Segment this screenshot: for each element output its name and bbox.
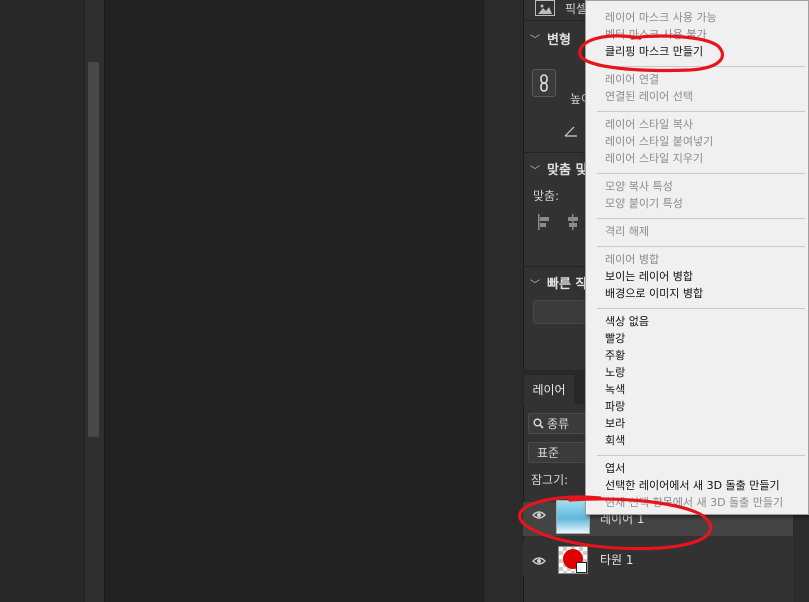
- align-left-icon[interactable]: [537, 214, 551, 234]
- document-canvas[interactable]: [105, 0, 483, 602]
- menu-item-copy-shape-attributes[interactable]: 모양 복사 특성: [605, 180, 673, 194]
- angle-icon: [564, 122, 578, 141]
- menu-item-flatten-image[interactable]: 배경으로 이미지 병합: [605, 287, 703, 301]
- menu-separator: [597, 111, 805, 112]
- menu-item-color-none[interactable]: 색상 없음: [605, 315, 649, 329]
- menu-separator: [597, 246, 805, 247]
- align-label: 맞춤:: [533, 189, 560, 203]
- menu-item-3d-extrusion-from-layer[interactable]: 선택한 레이어에서 새 3D 돌출 만들기: [605, 479, 780, 493]
- menu-item-enable-layer-mask[interactable]: 레이어 마스크 사용 가능: [605, 11, 717, 25]
- menu-item-color-blue[interactable]: 파랑: [605, 400, 625, 414]
- menu-item-color-gray[interactable]: 회색: [605, 434, 625, 448]
- menu-separator: [597, 308, 805, 309]
- menu-separator: [597, 66, 805, 67]
- menu-item-link-layers[interactable]: 레이어 연결: [605, 73, 659, 87]
- chevron-down-icon[interactable]: ﹀: [530, 276, 540, 291]
- align-section-title[interactable]: 맞춤 및: [547, 159, 587, 178]
- menu-separator: [597, 455, 805, 456]
- chain-link-icon: [540, 74, 548, 92]
- menu-item-3d-extrusion-from-selection[interactable]: 현재 선택 항목에서 새 3D 돌출 만들기: [605, 496, 783, 510]
- menu-item-clear-layer-style[interactable]: 레이어 스타일 지우기: [605, 152, 703, 166]
- pixel-layer-icon: [535, 0, 555, 16]
- pixel-label: 픽셀: [565, 2, 588, 16]
- left-scrollbar-thumb[interactable]: [88, 62, 99, 437]
- quick-actions-title[interactable]: 빠른 작: [547, 273, 587, 292]
- blend-mode-value: 표준: [537, 446, 560, 460]
- menu-item-release-isolation[interactable]: 격리 해제: [605, 225, 649, 239]
- menu-item-create-clipping-mask[interactable]: 클리핑 마스크 만들기: [605, 45, 703, 59]
- chevron-down-icon[interactable]: ﹀: [530, 162, 540, 177]
- visibility-eye-icon[interactable]: [532, 555, 546, 570]
- left-tools-panel: [0, 0, 84, 602]
- blend-mode-select[interactable]: 표준: [528, 442, 586, 463]
- menu-separator: [597, 173, 805, 174]
- menu-item-postcard[interactable]: 엽서: [605, 462, 625, 476]
- menu-separator: [597, 218, 805, 219]
- menu-item-color-red[interactable]: 빨강: [605, 332, 625, 346]
- layer-name[interactable]: 타원 1: [600, 551, 634, 568]
- menu-item-merge-layers[interactable]: 레이어 병합: [605, 253, 659, 267]
- search-icon: [533, 418, 544, 429]
- menu-item-merge-visible[interactable]: 보이는 레이어 병합: [605, 270, 693, 284]
- lock-label: 잠그기:: [531, 473, 569, 487]
- chevron-down-icon[interactable]: ﹀: [530, 31, 540, 46]
- align-center-icon[interactable]: [566, 214, 580, 234]
- transform-section-title[interactable]: 변형: [547, 29, 571, 48]
- visibility-eye-icon[interactable]: [532, 509, 546, 524]
- menu-item-paste-layer-style[interactable]: 레이어 스타일 붙여넣기: [605, 135, 713, 149]
- menu-item-color-orange[interactable]: 주황: [605, 349, 625, 363]
- menu-item-color-green[interactable]: 녹색: [605, 383, 625, 397]
- menu-item-select-linked-layers[interactable]: 연결된 레이어 선택: [605, 90, 693, 104]
- link-dimensions-button[interactable]: [532, 69, 556, 97]
- menu-item-copy-layer-style[interactable]: 레이어 스타일 복사: [605, 118, 693, 132]
- dock-gutter: [483, 0, 523, 602]
- menu-item-disable-vector-mask[interactable]: 벡터 마스크 사용 불가: [605, 28, 707, 42]
- layer-filter-select[interactable]: 종류: [528, 413, 586, 434]
- menu-item-color-violet[interactable]: 보라: [605, 417, 625, 431]
- menu-item-color-yellow[interactable]: 노랑: [605, 366, 625, 380]
- menu-item-paste-shape-attributes[interactable]: 모양 붙이기 특성: [605, 197, 683, 211]
- tab-layers[interactable]: 레이어: [524, 375, 574, 404]
- filter-label: 종류: [547, 417, 570, 431]
- shape-layer-badge-icon: [576, 562, 587, 573]
